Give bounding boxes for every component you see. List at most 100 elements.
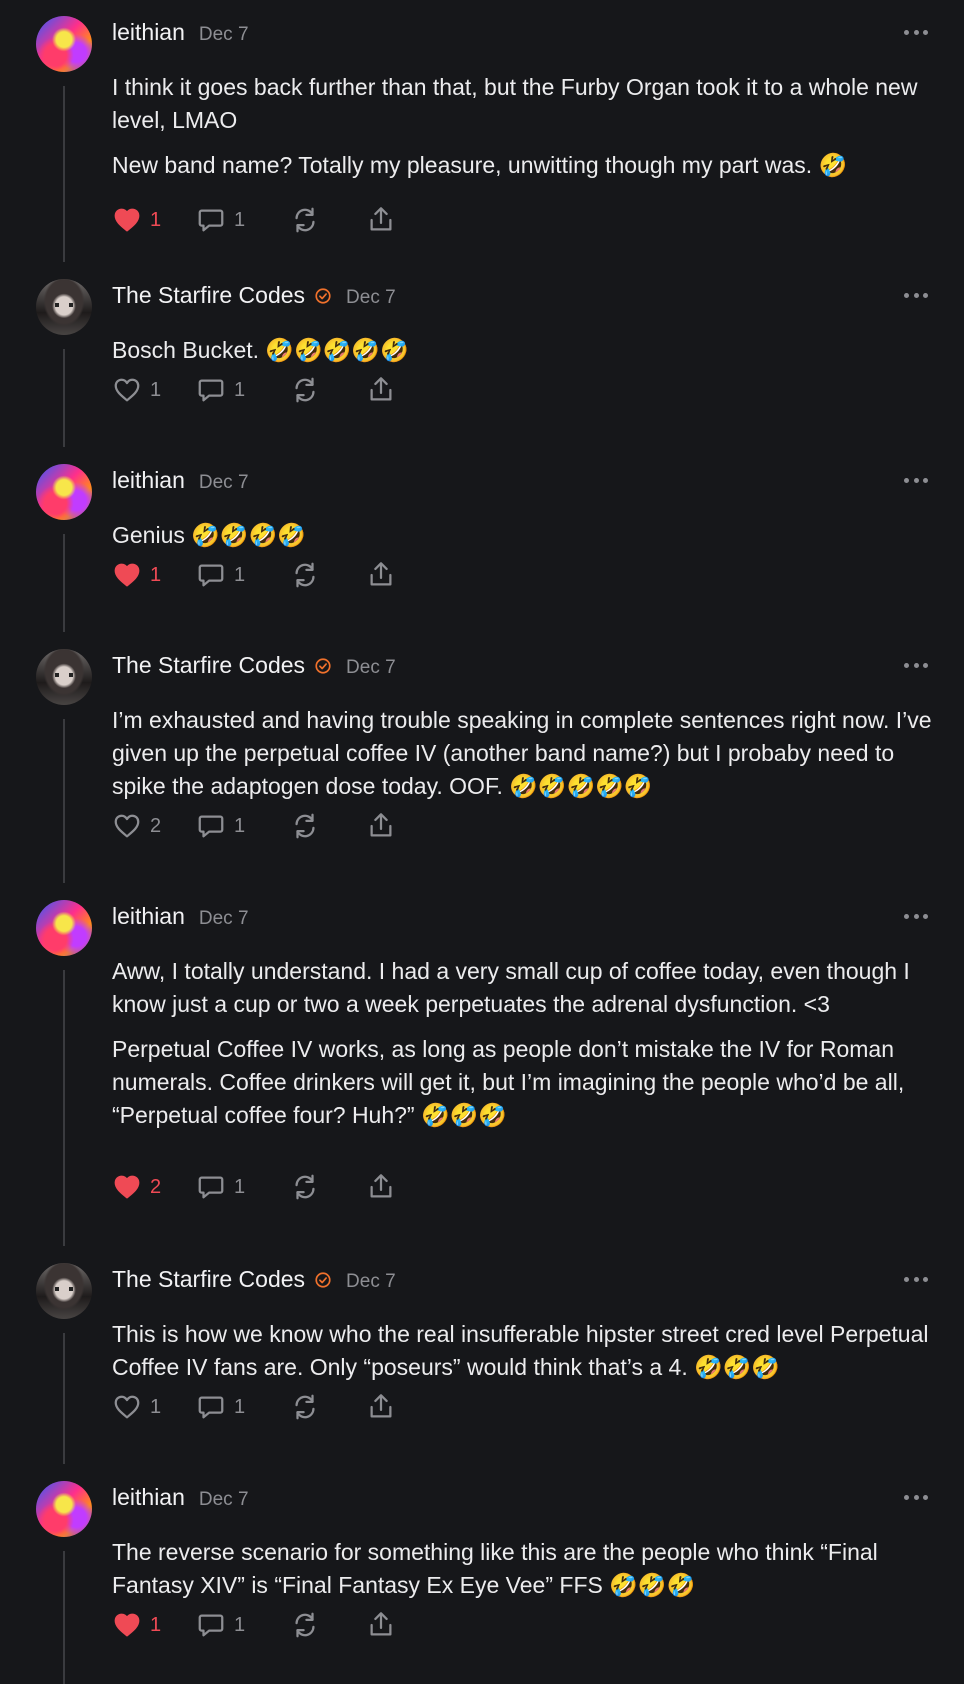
comment-body: I’m exhausted and having trouble speakin… — [112, 704, 932, 803]
thread-line — [63, 534, 65, 632]
comment-body: The reverse scenario for something like … — [112, 1536, 932, 1602]
more-options-icon[interactable] — [904, 476, 928, 484]
like-button[interactable]: 2 — [112, 1172, 196, 1202]
heart-filled-icon — [112, 1610, 142, 1640]
share-button[interactable] — [366, 811, 396, 841]
like-button[interactable]: 1 — [112, 205, 196, 235]
more-options-icon[interactable] — [904, 291, 928, 299]
share-button[interactable] — [366, 560, 396, 590]
comment-icon — [196, 375, 226, 405]
comment-body: Aww, I totally understand. I had a very … — [112, 955, 932, 1132]
more-options-icon[interactable] — [904, 661, 928, 669]
avatar[interactable] — [36, 279, 92, 335]
comment-body: I think it goes back further than that, … — [112, 71, 932, 182]
comment-date[interactable]: Dec 7 — [199, 24, 249, 46]
restack-button[interactable] — [290, 1172, 366, 1202]
restack-button[interactable] — [290, 811, 366, 841]
like-button[interactable]: 2 — [112, 811, 196, 841]
author-name[interactable]: The Starfire Codes — [112, 282, 305, 309]
comment-paragraph: I think it goes back further than that, … — [112, 74, 918, 133]
comment-date[interactable]: Dec 7 — [346, 287, 396, 309]
reply-button[interactable]: 1 — [196, 205, 290, 235]
comment-date[interactable]: Dec 7 — [346, 1271, 396, 1293]
share-button[interactable] — [366, 1610, 396, 1640]
comment-icon — [196, 1610, 226, 1640]
reply-count: 1 — [234, 1613, 246, 1636]
share-icon — [366, 1172, 396, 1202]
comment-date[interactable]: Dec 7 — [199, 1489, 249, 1511]
avatar[interactable] — [36, 900, 92, 956]
like-button[interactable]: 1 — [112, 375, 196, 405]
comment-header: leithian Dec 7 — [112, 903, 249, 933]
reply-button[interactable]: 1 — [196, 1610, 290, 1640]
comment-body: This is how we know who the real insuffe… — [112, 1318, 932, 1384]
comment-date[interactable]: Dec 7 — [346, 657, 396, 679]
comment-icon — [196, 560, 226, 590]
share-icon — [366, 1392, 396, 1422]
comment-paragraph: This is how we know who the real insuffe… — [112, 1321, 929, 1380]
more-options-icon[interactable] — [904, 1493, 928, 1501]
restack-icon — [290, 375, 320, 405]
comment: leithian Dec 7 Aww, I totally understand. … — [0, 900, 964, 1246]
share-button[interactable] — [366, 205, 396, 235]
share-button[interactable] — [366, 375, 396, 405]
comment-actions: 11 — [112, 1610, 396, 1640]
share-icon — [366, 1610, 396, 1640]
reply-button[interactable]: 1 — [196, 560, 290, 590]
comment-date[interactable]: Dec 7 — [199, 472, 249, 494]
comment-actions: 11 — [112, 205, 396, 235]
reply-button[interactable]: 1 — [196, 1172, 290, 1202]
share-button[interactable] — [366, 1392, 396, 1422]
reply-button[interactable]: 1 — [196, 1392, 290, 1422]
avatar[interactable] — [36, 16, 92, 72]
restack-button[interactable] — [290, 1610, 366, 1640]
more-options-icon[interactable] — [904, 912, 928, 920]
author-name[interactable]: The Starfire Codes — [112, 652, 305, 679]
avatar[interactable] — [36, 1263, 92, 1319]
reply-button[interactable]: 1 — [196, 811, 290, 841]
reply-count: 1 — [234, 814, 246, 837]
avatar[interactable] — [36, 464, 92, 520]
like-button[interactable]: 1 — [112, 560, 196, 590]
comment-actions: 11 — [112, 375, 396, 405]
like-count: 1 — [150, 1395, 162, 1418]
comment: The Starfire Codes Dec 7 I’m exhausted and… — [0, 649, 964, 883]
avatar[interactable] — [36, 1481, 92, 1537]
reply-count: 1 — [234, 1395, 246, 1418]
avatar[interactable] — [36, 649, 92, 705]
comment-body: Bosch Bucket. 🤣🤣🤣🤣🤣 — [112, 334, 932, 367]
heart-icon — [112, 1392, 142, 1422]
share-icon — [366, 205, 396, 235]
thread-line — [63, 970, 65, 1246]
restack-button[interactable] — [290, 205, 366, 235]
author-name[interactable]: leithian — [112, 19, 185, 46]
like-count: 1 — [150, 1613, 162, 1636]
reply-button[interactable]: 1 — [196, 375, 290, 405]
comment-header: leithian Dec 7 — [112, 1484, 249, 1514]
restack-button[interactable] — [290, 560, 366, 590]
verified-badge-icon — [314, 1271, 332, 1289]
author-name[interactable]: leithian — [112, 903, 185, 930]
author-name[interactable]: The Starfire Codes — [112, 1266, 305, 1293]
author-name[interactable]: leithian — [112, 467, 185, 494]
comment-paragraph: I’m exhausted and having trouble speakin… — [112, 707, 932, 799]
restack-button[interactable] — [290, 1392, 366, 1422]
comment: leithian Dec 7 Genius 🤣🤣🤣🤣 1 1 — [0, 464, 964, 632]
more-options-icon[interactable] — [904, 28, 928, 36]
comment-date[interactable]: Dec 7 — [199, 908, 249, 930]
comment-header: leithian Dec 7 — [112, 19, 249, 49]
thread-line — [63, 719, 65, 883]
comment-header: The Starfire Codes Dec 7 — [112, 1266, 396, 1296]
share-button[interactable] — [366, 1172, 396, 1202]
comment-actions: 21 — [112, 1172, 396, 1202]
like-button[interactable]: 1 — [112, 1392, 196, 1422]
restack-button[interactable] — [290, 375, 366, 405]
like-button[interactable]: 1 — [112, 1610, 196, 1640]
comment-header: leithian Dec 7 — [112, 467, 249, 497]
like-count: 1 — [150, 563, 162, 586]
heart-filled-icon — [112, 205, 142, 235]
author-name[interactable]: leithian — [112, 1484, 185, 1511]
thread-line — [63, 86, 65, 262]
more-options-icon[interactable] — [904, 1275, 928, 1283]
thread-line — [63, 349, 65, 447]
